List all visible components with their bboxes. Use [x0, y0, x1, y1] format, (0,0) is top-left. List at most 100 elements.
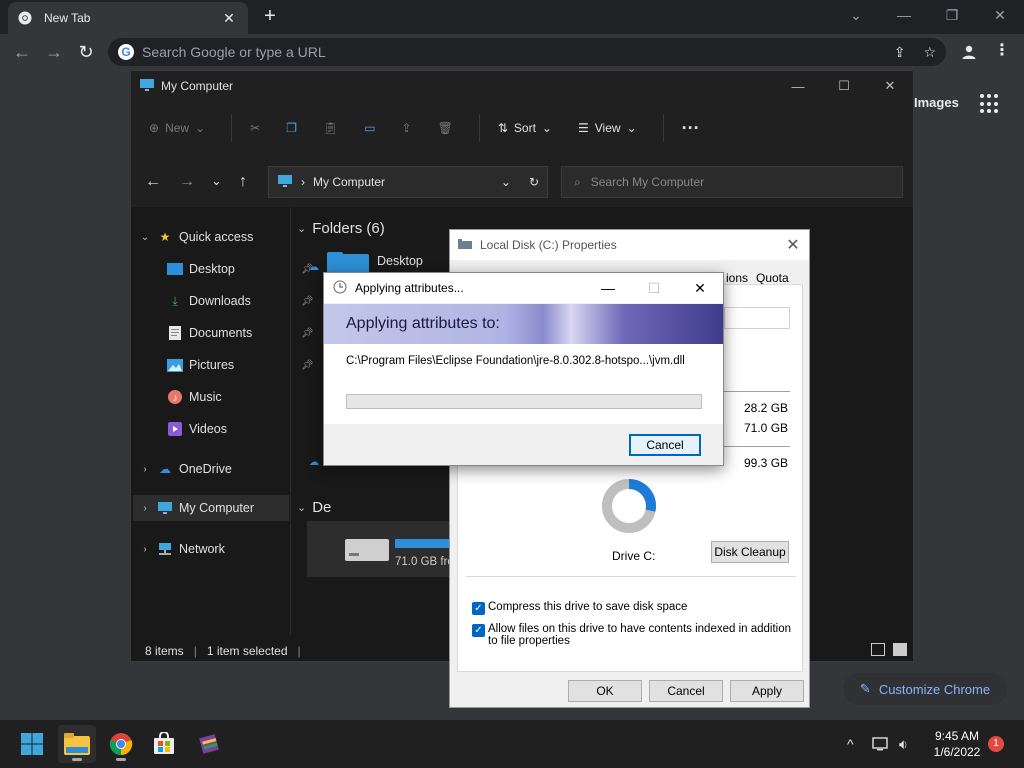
up-folder-icon[interactable]: ↑	[239, 173, 247, 191]
chevron-right-icon: ›	[143, 502, 147, 514]
volume-icon[interactable]: 🔉︎	[899, 720, 908, 768]
sort-label: Sort	[513, 121, 536, 135]
paste-icon[interactable]: 📋︎	[323, 121, 338, 135]
new-button[interactable]: ⊕ New ⌄	[149, 121, 205, 135]
tab-new-tab[interactable]: New Tab ✕	[8, 2, 248, 34]
index-checkbox[interactable]: ✓ Allow files on this drive to have cont…	[472, 623, 792, 647]
chevron-right-icon: ›	[143, 543, 147, 555]
sidebar-item-quick-access[interactable]: ⌄ ★ Quick access	[139, 224, 254, 250]
sidebar-item-label: Music	[189, 390, 222, 404]
explorer-search-input[interactable]: ⌕ Search My Computer	[561, 166, 903, 198]
apply-button[interactable]: Apply	[730, 680, 804, 702]
explorer-forward-icon[interactable]: →	[179, 173, 195, 191]
sidebar-item-desktop[interactable]: Desktop 📌︎	[161, 256, 314, 282]
applying-title: Applying attributes...	[355, 281, 464, 295]
sidebar-item-pictures[interactable]: Pictures 📌︎	[161, 352, 314, 378]
sidebar-item-onedrive[interactable]: › ☁ OneDrive	[139, 456, 232, 482]
drive-icon	[345, 539, 389, 564]
more-options-icon[interactable]: ···	[682, 118, 700, 139]
taskbar-winrar[interactable]	[190, 725, 228, 763]
taskbar-clock[interactable]: 9:45 AM 1/6/2022	[925, 728, 989, 760]
start-button[interactable]	[13, 725, 51, 763]
explorer-close-button[interactable]: ✕	[867, 71, 913, 101]
sidebar-item-videos[interactable]: Videos	[161, 416, 227, 442]
drive-label-input[interactable]	[724, 307, 790, 329]
tab-title: New Tab	[44, 11, 91, 25]
sidebar-item-my-computer[interactable]: › My Computer	[133, 495, 289, 521]
view-button[interactable]: ☰ View ⌄	[578, 121, 637, 135]
notification-badge[interactable]: 1	[988, 736, 1004, 752]
cut-icon[interactable]: ✂	[250, 121, 260, 135]
share-icon[interactable]: ⇪	[402, 121, 412, 135]
compress-checkbox[interactable]: ✓ Compress this drive to save disk space	[472, 601, 792, 615]
sidebar-item-label: Pictures	[189, 358, 235, 372]
back-button[interactable]: ←	[10, 40, 34, 64]
sidebar-item-music[interactable]: ♪ Music	[161, 384, 222, 410]
new-tab-button[interactable]: +	[258, 5, 282, 29]
status-item-count: 8 items	[145, 644, 184, 658]
large-icons-view-icon[interactable]	[893, 643, 907, 656]
clock-icon	[333, 280, 347, 297]
explorer-back-icon[interactable]: ←	[145, 173, 161, 191]
taskbar-file-explorer[interactable]	[58, 725, 96, 763]
address-text: My Computer	[313, 175, 386, 189]
chrome-chevron-down-icon[interactable]: ⌄	[832, 0, 880, 30]
applying-attributes-dialog: Applying attributes... — ☐ ✕ Applying at…	[323, 272, 724, 466]
copy-icon[interactable]: ❐	[286, 121, 297, 135]
properties-close-button[interactable]: ✕	[777, 230, 809, 260]
rename-icon[interactable]: ▭	[364, 121, 375, 135]
applying-cancel-button[interactable]: Cancel	[629, 434, 701, 456]
reload-button[interactable]: ↻	[74, 40, 98, 64]
taskbar: ^ 🔉︎ 9:45 AM 1/6/2022	[0, 720, 1024, 768]
applying-minimize-button[interactable]: —	[585, 273, 631, 303]
network-status-icon[interactable]	[872, 720, 890, 768]
sidebar-item-label: Downloads	[189, 294, 251, 308]
customize-chrome-button[interactable]: ✎ Customize Chrome	[843, 673, 1007, 705]
tab-close-icon[interactable]: ✕	[220, 10, 238, 27]
explorer-maximize-button[interactable]: ☐	[821, 71, 867, 101]
refresh-icon[interactable]: ↻	[529, 175, 539, 189]
taskbar-store[interactable]	[145, 725, 183, 763]
capacity-value: 99.3 GB	[744, 456, 789, 470]
share-icon[interactable]: ⇪	[894, 44, 906, 61]
apps-grid-icon[interactable]	[980, 94, 1000, 114]
ok-button[interactable]: OK	[568, 680, 642, 702]
disk-cleanup-button[interactable]: Disk Cleanup	[711, 541, 789, 563]
checkmark-icon: ✓	[472, 602, 485, 615]
applying-file-path: C:\Program Files\Eclipse Foundation\jre-…	[346, 355, 685, 367]
sort-button[interactable]: ⇅ Sort ⌄	[498, 121, 552, 135]
chrome-minimize-button[interactable]: —	[880, 0, 928, 30]
explorer-address-row: ← → ⌄ ↑ › My Computer ⌄ ↻ ⌕ Search My Co…	[131, 155, 913, 207]
address-bar[interactable]: › My Computer ⌄ ↻	[268, 166, 548, 198]
drive-tile-c[interactable]: 71.0 GB fre	[307, 521, 455, 577]
chrome-close-button[interactable]: ✕	[976, 0, 1024, 30]
delete-icon[interactable]: 🗑︎	[438, 121, 453, 135]
chrome-restore-button[interactable]: ❐	[928, 0, 976, 30]
sidebar-item-network[interactable]: › Network	[139, 536, 225, 562]
sidebar-item-documents[interactable]: Documents 📌︎	[161, 320, 314, 346]
sidebar-item-label: OneDrive	[179, 462, 232, 476]
taskbar-chrome[interactable]	[102, 725, 140, 763]
details-view-icon[interactable]	[871, 643, 885, 656]
videos-icon	[167, 422, 183, 436]
recent-locations-icon[interactable]: ⌄	[211, 173, 222, 189]
forward-button[interactable]: →	[42, 40, 66, 64]
pictures-icon	[167, 358, 183, 372]
drive-icon	[458, 238, 472, 252]
tab-quota[interactable]: Quota	[756, 271, 789, 285]
chrome-menu-icon[interactable]: ⋮	[992, 41, 1012, 63]
show-hidden-icons-icon[interactable]: ^	[847, 720, 854, 768]
sidebar-item-downloads[interactable]: ⤓ Downloads 📌︎	[161, 288, 313, 314]
address-dropdown-icon[interactable]: ⌄	[501, 175, 511, 189]
omnibox[interactable]: G Search Google or type a URL ⇪ ☆	[108, 38, 946, 66]
explorer-minimize-button[interactable]: —	[775, 71, 821, 101]
devices-group-header[interactable]: ⌄ De	[297, 499, 331, 516]
bookmark-star-icon[interactable]: ☆	[923, 44, 936, 61]
tab-sharing-partial[interactable]: ions	[726, 271, 748, 285]
folders-group-header[interactable]: ⌄ Folders (6)	[297, 220, 385, 237]
ntp-images-link[interactable]: Images	[914, 95, 959, 110]
profile-avatar-icon[interactable]	[958, 41, 980, 63]
applying-close-button[interactable]: ✕	[677, 273, 723, 303]
cancel-button[interactable]: Cancel	[649, 680, 723, 702]
chevron-down-icon: ⌄	[297, 502, 307, 514]
